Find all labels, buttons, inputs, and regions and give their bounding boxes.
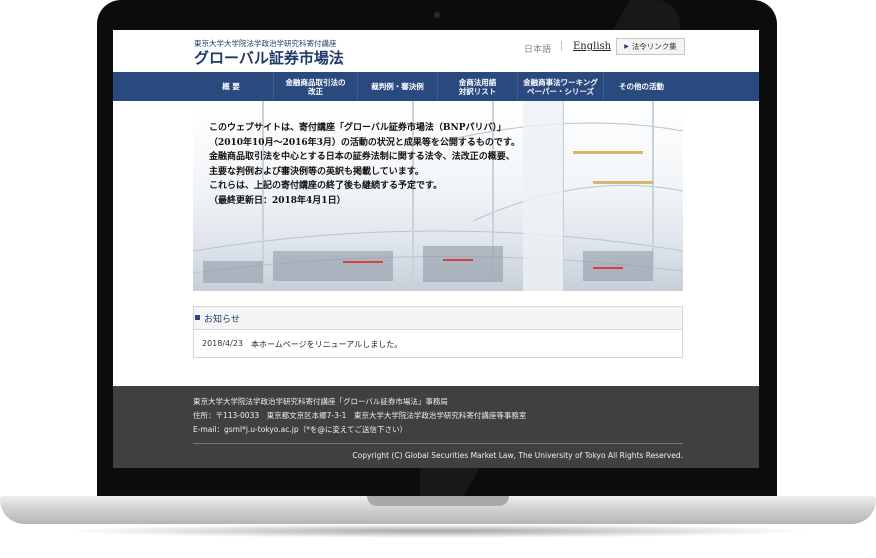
hero-banner: このウェブサイトは、寄付講座「グローバル証券市場法（BNPパリバ）」 （2010… — [193, 101, 683, 291]
footer-email[interactable]: E-mail：gsml*j.u-tokyo.ac.jp（*を@に変えてご送信下さ… — [193, 424, 407, 435]
footer-divider — [193, 443, 683, 444]
hero-line: （最終更新日：2018年4月1日） — [209, 195, 346, 206]
news-header: お知らせ — [194, 307, 682, 330]
screen: 東京大学大学院法学政治学研究科寄付講座 グローバル証券市場法 日本語 | Eng… — [113, 30, 759, 468]
hero-line: 主要な判例および審決例等の英訳も掲載しています。 — [209, 166, 424, 177]
hero-line: 金融商品取引法を中心とする日本の証券法制に関する法令、法改正の概要、 — [209, 152, 515, 162]
lang-english-link[interactable]: English — [573, 41, 611, 52]
main-nav: 概 要 金融商品取引法の 改正 裁判例・審決例 金商法用語 対訳リスト 金融商事… — [113, 72, 759, 101]
lang-separator: | — [560, 41, 564, 51]
footer-copyright: Copyright (C) Global Securities Market L… — [352, 451, 683, 460]
news-title: お知らせ — [204, 315, 240, 325]
site-footer: 東京大学大学院法学政治学研究科寄付講座「グローバル証券市場法」事務局 住所：〒1… — [113, 386, 759, 468]
nav-item-glossary[interactable]: 金商法用語 対訳リスト — [437, 72, 517, 101]
news-item-text[interactable]: 本ホームページをリニューアルしました。 — [251, 339, 402, 350]
nav-item-fiea-amendments[interactable]: 金融商品取引法の 改正 — [273, 72, 357, 101]
hero-line: これらは、上記の寄付講座の終了後も継続する予定です。 — [209, 181, 443, 191]
footer-address: 住所：〒113-0033 東京都文京区本郷7-3-1 東京大学大学院法学政治学研… — [193, 411, 527, 420]
nav-item-other-activities[interactable]: その他の活動 — [603, 72, 679, 101]
arrow-right-icon: ▶ — [624, 43, 629, 50]
site-title[interactable]: グローバル証券市場法 — [194, 47, 344, 68]
hero-line: （2010年10月〜2016年3月）の活動の状況と成果等を公開するものです。 — [209, 137, 520, 148]
hero-line: このウェブサイトは、寄付講座「グローバル証券市場法（BNPパリバ）」 — [209, 123, 507, 133]
site-header: 東京大学大学院法学政治学研究科寄付講座 グローバル証券市場法 日本語 | Eng… — [113, 30, 759, 72]
law-links-button[interactable]: ▶ 法令リンク集 — [616, 38, 685, 55]
square-bullet-icon — [195, 315, 200, 320]
lang-japanese-link[interactable]: 日本語 — [524, 42, 551, 55]
laptop-base-notch — [367, 496, 509, 506]
news-date: 2018/4/23 — [202, 339, 244, 348]
law-links-label: 法令リンク集 — [631, 42, 677, 51]
laptop-shadow — [60, 524, 816, 538]
nav-item-working-papers[interactable]: 金融商事法ワーキング ペーパー・シリーズ — [517, 72, 603, 101]
footer-office: 東京大学大学院法学政治学研究科寄付講座「グローバル証券市場法」事務局 — [193, 397, 448, 406]
camera-icon — [434, 12, 440, 18]
nav-item-cases[interactable]: 裁判例・審決例 — [357, 72, 437, 101]
hero-text: このウェブサイトは、寄付講座「グローバル証券市場法（BNPパリバ）」 （2010… — [209, 121, 520, 208]
nav-item-overview[interactable]: 概 要 — [189, 72, 273, 101]
news-box: お知らせ 2018/4/23 本ホームページをリニューアルしました。 — [193, 306, 683, 358]
